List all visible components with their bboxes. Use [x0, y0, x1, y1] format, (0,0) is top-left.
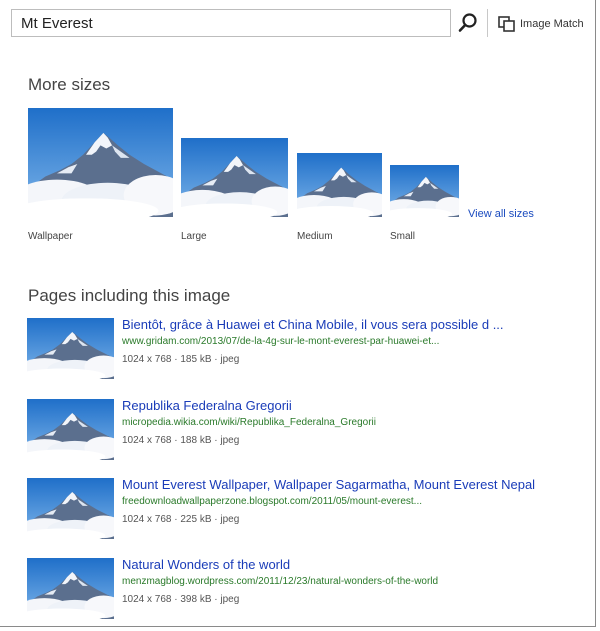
size-thumb-wallpaper[interactable]: [28, 108, 173, 217]
result-title[interactable]: Bientôt, grâce à Huawei et China Mobile,…: [122, 317, 504, 332]
result-meta: 1024 x 768 · 225 kB · jpeg: [122, 514, 240, 525]
image-match-button[interactable]: Image Match: [498, 13, 584, 35]
result-title[interactable]: Natural Wonders of the world: [122, 557, 290, 572]
result-thumbnail[interactable]: [27, 318, 114, 379]
result-item: Natural Wonders of the world menzmagblog…: [27, 557, 587, 622]
result-item: Bientôt, grâce à Huawei et China Mobile,…: [27, 317, 587, 382]
size-thumb-small[interactable]: [390, 165, 459, 217]
result-thumbnail[interactable]: [27, 478, 114, 539]
result-title[interactable]: Mount Everest Wallpaper, Wallpaper Sagar…: [122, 477, 535, 492]
everest-image: [27, 399, 114, 460]
result-url: micropedia.wikia.com/wiki/Republika_Fede…: [122, 417, 376, 428]
size-label-large: Large: [181, 231, 207, 242]
everest-image: [27, 478, 114, 539]
result-meta: 1024 x 768 · 185 kB · jpeg: [122, 354, 240, 365]
search-icon: [458, 13, 477, 32]
search-box[interactable]: [11, 9, 451, 37]
result-thumbnail[interactable]: [27, 558, 114, 619]
result-meta: 1024 x 768 · 188 kB · jpeg: [122, 435, 240, 446]
search-button[interactable]: [456, 11, 480, 35]
everest-image: [181, 138, 288, 217]
everest-image: [27, 558, 114, 619]
everest-image: [297, 153, 382, 217]
result-url: freedownloadwallpaperzone.blogspot.com/2…: [122, 496, 422, 507]
result-item: Mount Everest Wallpaper, Wallpaper Sagar…: [27, 477, 587, 542]
everest-image: [27, 318, 114, 379]
result-meta: 1024 x 768 · 398 kB · jpeg: [122, 594, 240, 605]
image-match-label: Image Match: [520, 18, 584, 30]
result-url: www.gridam.com/2013/07/de-la-4g-sur-le-m…: [122, 336, 440, 347]
result-title[interactable]: Republika Federalna Gregorii: [122, 398, 292, 413]
view-all-sizes-link[interactable]: View all sizes: [468, 208, 534, 220]
size-thumb-large[interactable]: [181, 138, 288, 217]
header-divider: [487, 9, 488, 37]
size-label-small: Small: [390, 231, 416, 242]
everest-image: [390, 165, 459, 217]
search-input[interactable]: [12, 10, 450, 36]
size-label-medium: Medium: [297, 231, 333, 242]
image-match-icon: [498, 16, 515, 32]
more-sizes-heading: More sizes: [28, 75, 111, 94]
result-thumbnail[interactable]: [27, 399, 114, 460]
result-item: Republika Federalna Gregorii micropedia.…: [27, 398, 587, 463]
size-thumb-medium[interactable]: [297, 153, 382, 217]
everest-image: [28, 108, 173, 217]
size-label-wallpaper: Wallpaper: [28, 231, 73, 242]
result-url: menzmagblog.wordpress.com/2011/12/23/nat…: [122, 576, 439, 587]
pages-heading: Pages including this image: [28, 286, 231, 305]
